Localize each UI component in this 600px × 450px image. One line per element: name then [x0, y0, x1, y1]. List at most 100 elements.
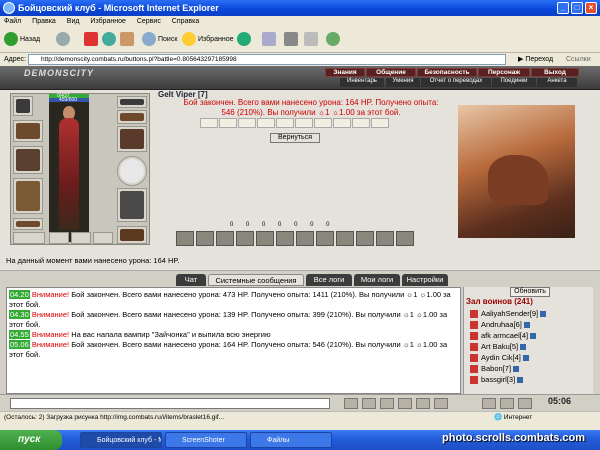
- forward-button[interactable]: [56, 32, 72, 48]
- skill-icon[interactable]: [176, 231, 194, 246]
- nav-character[interactable]: Персонаж: [478, 68, 530, 77]
- player-list-item[interactable]: afk armcael[4]: [470, 331, 537, 341]
- player-list-item[interactable]: bassgirl[3]: [470, 375, 524, 385]
- translit-icon[interactable]: [398, 398, 412, 409]
- tab-settings[interactable]: Настройки: [402, 274, 448, 286]
- skill-icon[interactable]: [396, 231, 414, 246]
- info-icon[interactable]: [522, 355, 529, 362]
- refresh-button[interactable]: [102, 32, 118, 48]
- skill-icon[interactable]: [376, 231, 394, 246]
- scroll-slot[interactable]: [333, 118, 351, 128]
- scroll-slot[interactable]: [257, 118, 275, 128]
- slot-legs[interactable]: [117, 188, 147, 222]
- player-list-item[interactable]: Art Baku[5]: [470, 342, 527, 352]
- slot-helmet[interactable]: [117, 110, 147, 124]
- slot-boots[interactable]: [117, 226, 147, 244]
- slot-bracers[interactable]: [13, 120, 43, 142]
- smiles-icon[interactable]: [380, 398, 394, 409]
- slot-pocket-1[interactable]: [49, 232, 69, 244]
- player-list-item[interactable]: AaliyahSender[9]: [470, 309, 547, 319]
- refresh-players-button[interactable]: Обновить: [510, 287, 550, 297]
- nav-security[interactable]: Безопасность: [417, 68, 477, 77]
- mail-button[interactable]: [262, 32, 278, 48]
- sound-icon[interactable]: [518, 398, 532, 409]
- tab-all-logs[interactable]: Все логи: [306, 274, 352, 286]
- task-ie[interactable]: Бойцовский клуб - M...: [80, 432, 162, 448]
- task-screenshoter[interactable]: ScreenShoter: [165, 432, 247, 448]
- slot-earrings[interactable]: [13, 96, 33, 116]
- nav-battles[interactable]: Поединки: [492, 78, 536, 87]
- slot-belt-extra[interactable]: [13, 232, 45, 244]
- trade-icon[interactable]: [500, 398, 514, 409]
- scroll-slot[interactable]: [276, 118, 294, 128]
- chat-input[interactable]: [10, 398, 330, 409]
- scroll-icon[interactable]: [434, 398, 448, 409]
- return-button[interactable]: Вернуться: [270, 133, 320, 143]
- maximize-button[interactable]: □: [571, 2, 583, 14]
- skill-icon[interactable]: [196, 231, 214, 246]
- scroll-slot[interactable]: [371, 118, 389, 128]
- stop-button[interactable]: [84, 32, 100, 48]
- nav-exit[interactable]: Выход: [531, 68, 579, 77]
- menu-favorites[interactable]: Избранное: [90, 18, 125, 25]
- scroll-slot[interactable]: [238, 118, 256, 128]
- slot-belt[interactable]: [13, 218, 43, 230]
- messenger-button[interactable]: [326, 32, 342, 48]
- slot-pocket-2[interactable]: [71, 232, 91, 244]
- close-button[interactable]: ×: [585, 2, 597, 14]
- send-icon[interactable]: [416, 398, 430, 409]
- info-icon[interactable]: [513, 366, 520, 373]
- nav-communication[interactable]: Общение: [366, 68, 416, 77]
- menu-edit[interactable]: Правка: [32, 18, 56, 25]
- tab-my-logs[interactable]: Мои логи: [354, 274, 400, 286]
- nav-transfer-report[interactable]: Отчет о переводах: [421, 78, 491, 87]
- home-button[interactable]: [120, 32, 136, 48]
- slot-weapon[interactable]: [13, 146, 43, 174]
- player-list-item[interactable]: Andruhaa[6]: [470, 320, 530, 330]
- skill-icon[interactable]: [316, 231, 334, 246]
- info-icon[interactable]: [530, 333, 537, 340]
- nav-knowledge[interactable]: Знания: [325, 68, 365, 77]
- menu-view[interactable]: Вид: [67, 18, 80, 25]
- tab-system-messages[interactable]: Системные сообщения: [208, 274, 304, 286]
- start-button[interactable]: пуск: [0, 430, 62, 450]
- scroll-slot[interactable]: [352, 118, 370, 128]
- links-button[interactable]: Ссылки: [566, 53, 591, 66]
- clear-icon[interactable]: [344, 398, 358, 409]
- search-button[interactable]: Поиск: [142, 32, 177, 48]
- slot-pocket-3[interactable]: [93, 232, 113, 244]
- menu-file[interactable]: Файл: [4, 18, 21, 25]
- scroll-slot[interactable]: [295, 118, 313, 128]
- chat-log[interactable]: 04.20 Внимание! Бой закончен. Всего вами…: [6, 287, 461, 394]
- scroll-slot[interactable]: [200, 118, 218, 128]
- slot-rings[interactable]: [117, 96, 147, 108]
- filter-icon[interactable]: [362, 398, 376, 409]
- nav-skills[interactable]: Умения: [386, 78, 420, 87]
- menu-help[interactable]: Справка: [172, 18, 199, 25]
- print-button[interactable]: [284, 32, 300, 48]
- info-icon[interactable]: [523, 322, 530, 329]
- nav-inventory[interactable]: Инвентарь: [340, 78, 384, 87]
- player-list-item[interactable]: Babon[7]: [470, 364, 520, 374]
- edit-button[interactable]: [304, 32, 320, 48]
- menu-tools[interactable]: Сервис: [137, 18, 161, 25]
- slot-armor[interactable]: [13, 178, 43, 214]
- task-files[interactable]: Файлы: [250, 432, 332, 448]
- go-button[interactable]: ▶ Переход: [518, 53, 553, 66]
- address-input[interactable]: http://demonscity.combats.ru/buttons.pl?…: [28, 54, 506, 65]
- media-button[interactable]: [237, 32, 253, 48]
- scroll-slot[interactable]: [314, 118, 332, 128]
- info-icon[interactable]: [517, 377, 524, 384]
- scroll-slot[interactable]: [219, 118, 237, 128]
- tab-chat[interactable]: Чат: [176, 274, 206, 286]
- skill-icon[interactable]: [216, 231, 234, 246]
- skill-icon[interactable]: [356, 231, 374, 246]
- skill-icon[interactable]: [236, 231, 254, 246]
- skill-icon[interactable]: [256, 231, 274, 246]
- nav-profile[interactable]: Анкета: [537, 78, 577, 87]
- skill-icon[interactable]: [276, 231, 294, 246]
- slot-shield[interactable]: [117, 156, 147, 186]
- slot-gloves[interactable]: [117, 126, 147, 152]
- info-icon[interactable]: [540, 311, 547, 318]
- skill-icon[interactable]: [296, 231, 314, 246]
